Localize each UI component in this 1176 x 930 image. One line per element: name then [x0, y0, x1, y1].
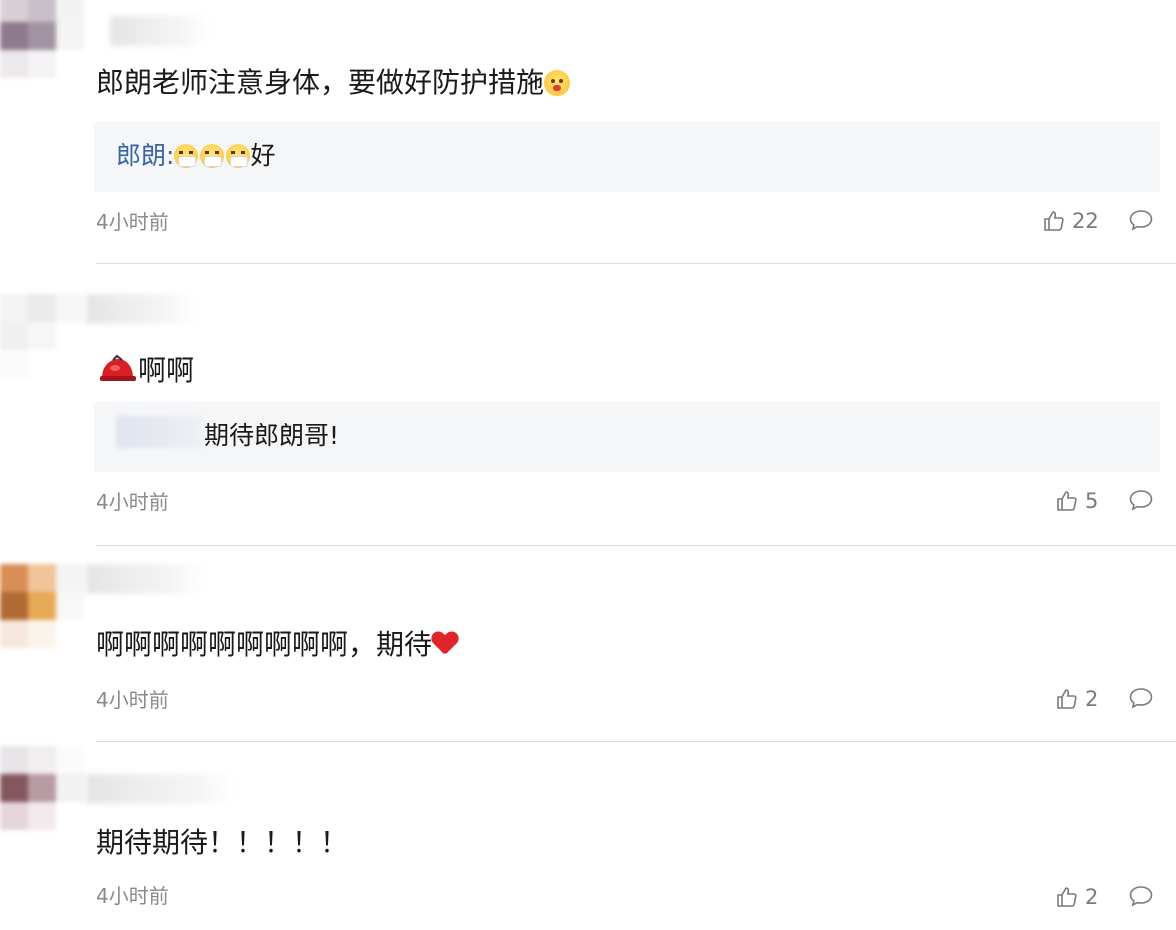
like-count: 2: [1085, 885, 1099, 909]
thumbs-up-icon: [1057, 887, 1077, 907]
username[interactable]: [86, 294, 196, 324]
avatar[interactable]: [0, 564, 84, 648]
comment-text: 郎朗老师注意身体，要做好防护措施: [96, 66, 571, 100]
like-count: 2: [1085, 687, 1099, 711]
comment-text: 啊啊啊啊啊啊啊啊啊，期待: [96, 628, 458, 662]
username[interactable]: [86, 564, 206, 594]
like-count: 5: [1085, 489, 1099, 513]
comment-bubble-icon[interactable]: [1128, 884, 1154, 908]
comment-text: 啊啊: [96, 350, 194, 388]
reply-preview[interactable]: 郎朗: 好: [94, 122, 1160, 192]
like-button[interactable]: 2: [1055, 685, 1098, 713]
comment-bubble-icon[interactable]: [1128, 686, 1154, 710]
thumbs-up-icon: [1057, 491, 1077, 511]
red-heart-emoji: [432, 632, 458, 656]
comment-item: 啊啊啊啊啊啊啊啊啊，期待 4小时前 2: [0, 546, 1176, 742]
thumbs-up-icon: [1044, 211, 1064, 231]
comment-bubble-icon[interactable]: [1128, 208, 1154, 232]
comment-time: 4小时前: [96, 884, 169, 908]
reply-preview[interactable]: 期待郎朗哥!: [94, 402, 1160, 472]
reply-text: 期待郎朗哥!: [204, 421, 340, 450]
like-button[interactable]: 22: [1042, 207, 1099, 235]
comment-time: 4小时前: [96, 688, 169, 712]
comment-time: 4小时前: [96, 210, 169, 234]
comment-item: 期待期待！！！！！ 4小时前 2: [0, 742, 1176, 930]
red-helmet-icon: [100, 354, 136, 381]
mask-face-emoji: [174, 144, 199, 168]
avatar[interactable]: [0, 294, 84, 378]
avatar[interactable]: [0, 746, 84, 830]
like-button[interactable]: 2: [1055, 883, 1098, 911]
mask-face-emoji: [200, 144, 225, 168]
reply-author-name[interactable]: 郎朗: [116, 141, 166, 170]
reply-text: 好: [250, 141, 276, 170]
mask-face-emoji: [226, 144, 251, 168]
comment-time: 4小时前: [96, 490, 169, 514]
comment-item: 啊啊 期待郎朗哥! 4小时前 5: [0, 264, 1176, 546]
comment-bubble-icon[interactable]: [1128, 488, 1154, 512]
like-button[interactable]: 5: [1055, 487, 1098, 515]
avatar[interactable]: [0, 0, 84, 78]
face-open-mouth-emoji: [544, 70, 571, 96]
reply-author-name[interactable]: [116, 416, 202, 448]
username[interactable]: [86, 774, 236, 804]
like-count: 22: [1072, 209, 1099, 233]
thumbs-up-icon: [1057, 689, 1077, 709]
comment-text: 期待期待！！！！！: [96, 826, 349, 859]
username[interactable]: [110, 16, 210, 46]
comment-item: 郎朗老师注意身体，要做好防护措施 郎朗: 好 4小时前 22: [0, 0, 1176, 264]
